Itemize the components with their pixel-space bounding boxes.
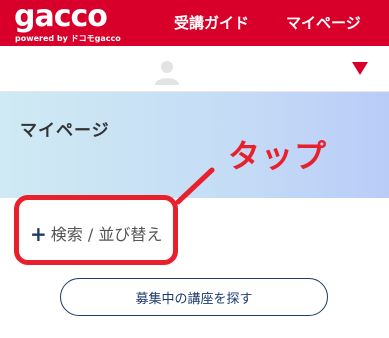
search-sort-label: 検索 / 並び替え bbox=[50, 225, 163, 244]
tap-annotation-label: タップ bbox=[228, 137, 328, 175]
find-open-courses-button[interactable]: 募集中の講座を探す bbox=[60, 278, 328, 316]
gacco-logo[interactable]: gacco bbox=[14, 0, 108, 34]
plus-icon: + bbox=[30, 222, 47, 246]
logo-subtitle: powered by ドコモgacco bbox=[15, 34, 121, 43]
user-avatar-icon[interactable] bbox=[155, 59, 179, 85]
user-bar bbox=[0, 46, 389, 92]
hero-banner: マイページ bbox=[0, 92, 389, 198]
page-title: マイページ bbox=[20, 121, 110, 141]
site-header: gacco powered by ドコモgacco 受講ガイド マイページ bbox=[0, 0, 389, 46]
search-sort-toggle[interactable]: + 検索 / 並び替え bbox=[30, 222, 162, 246]
nav-mypage-link[interactable]: マイページ bbox=[286, 12, 361, 34]
nav-guide-link[interactable]: 受講ガイド bbox=[174, 12, 249, 34]
dropdown-arrow-icon[interactable] bbox=[352, 62, 368, 75]
